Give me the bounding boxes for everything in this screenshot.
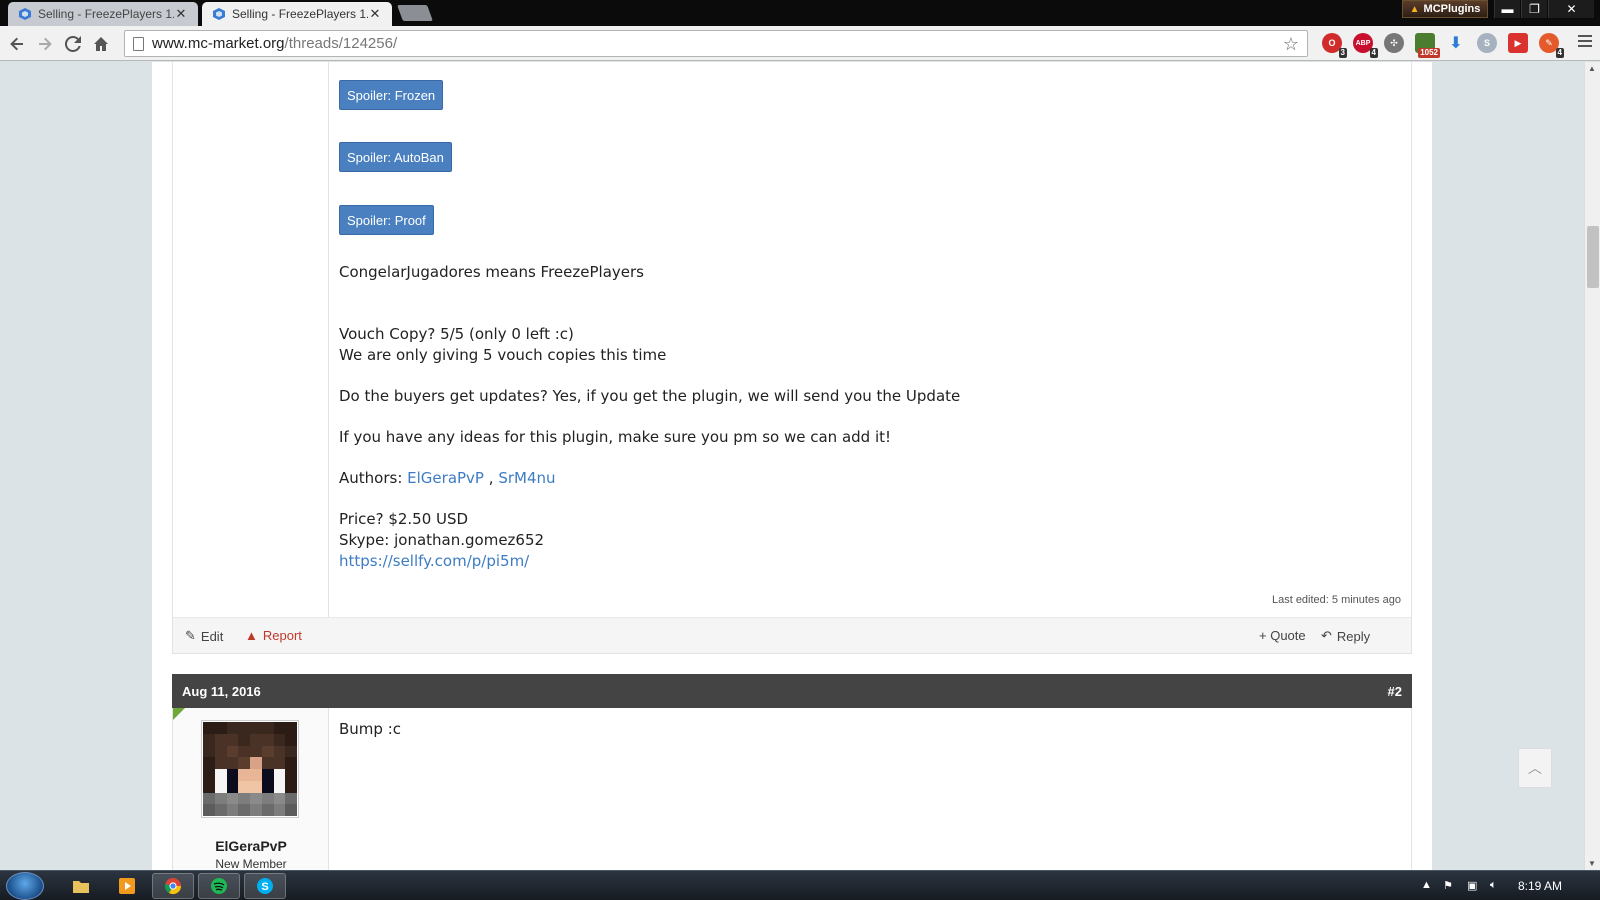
browser-tab-1[interactable]: Selling - FreezePlayers 1.7 ✕: [8, 2, 198, 26]
reply-arrow-icon: ↶: [1321, 628, 1332, 643]
file-explorer-taskbar-button[interactable]: [60, 873, 102, 899]
download-icon[interactable]: ⬇: [1446, 33, 1466, 53]
home-icon: [94, 37, 108, 51]
browser-tab-2[interactable]: Selling - FreezePlayers 1.7 ✕: [202, 2, 392, 26]
chrome-taskbar-button[interactable]: [152, 873, 194, 899]
url-text: www.mc-market.org/threads/124256/: [152, 35, 398, 52]
post-text-vouch-detail: We are only giving 5 vouch copies this t…: [339, 346, 667, 364]
post-link-wrapper: https://sellfy.com/p/pi5m/: [339, 551, 529, 572]
post-text-meaning: CongelarJugadores means FreezePlayers: [339, 263, 644, 281]
scroll-up-arrow-icon[interactable]: ▲: [1588, 64, 1596, 73]
sellfy-link[interactable]: https://sellfy.com/p/pi5m/: [339, 552, 529, 570]
post-text-authors: Authors: ElGeraPvP , SrM4nu: [339, 469, 556, 487]
page-icon: [133, 36, 144, 51]
post-text-price: Price? $2.50 USD: [339, 510, 469, 528]
new-tab-button[interactable]: [397, 5, 433, 21]
video-icon[interactable]: ▶: [1508, 33, 1528, 53]
post-date: Aug 11, 2016: [182, 684, 261, 699]
profile-badge[interactable]: ▲ MCPlugins: [1402, 0, 1488, 18]
media-player-taskbar-button[interactable]: [106, 873, 148, 899]
post-2-header: Aug 11, 2016 #2: [172, 674, 1412, 708]
post-message: Bump :c: [339, 720, 401, 738]
scrollbar-thumb[interactable]: [1587, 226, 1599, 288]
minimize-button[interactable]: ▬: [1494, 0, 1520, 18]
author-link-srm4nu[interactable]: SrM4nu: [498, 469, 555, 487]
forum-post-1: Spoiler: Frozen Spoiler: AutoBan Spoiler…: [172, 62, 1412, 654]
spotify-taskbar-button[interactable]: [198, 873, 240, 899]
address-bar[interactable]: www.mc-market.org/threads/124256/ ☆: [124, 30, 1308, 57]
spoiler-autoban-button[interactable]: Spoiler: AutoBan: [339, 142, 452, 172]
warning-icon: ▲: [1409, 3, 1420, 15]
report-button[interactable]: ▲ Report: [245, 628, 302, 643]
site-favicon-icon: [212, 7, 226, 21]
tab-title: Selling - FreezePlayers 1.7: [38, 7, 174, 21]
user-title: New Member: [215, 857, 287, 871]
minecraft-block-icon[interactable]: 1052: [1415, 33, 1440, 58]
online-indicator: [173, 708, 185, 720]
skype-icon: S: [257, 878, 273, 894]
post-text-vouch: Vouch Copy? 5/5 (only 0 left :c): [339, 325, 574, 343]
post-text-updates: Do the buyers get updates? Yes, if you g…: [339, 387, 961, 405]
action-center-flag-icon[interactable]: ⚑: [1443, 879, 1453, 892]
tab-close-icon[interactable]: ✕: [368, 6, 382, 22]
post-number-link[interactable]: #2: [1388, 684, 1402, 699]
username-link[interactable]: ElGeraPvP: [173, 838, 329, 854]
pencil-icon: ✎: [185, 628, 196, 643]
media-player-icon: [119, 878, 135, 894]
forward-button[interactable]: [34, 33, 56, 55]
back-button[interactable]: [6, 33, 28, 55]
chrome-menu-icon[interactable]: [1578, 35, 1592, 49]
close-window-button[interactable]: ✕: [1548, 0, 1594, 18]
bookmark-star-icon[interactable]: ☆: [1283, 34, 1299, 55]
site-favicon-icon: [18, 7, 32, 21]
show-hidden-icons-icon[interactable]: ▲: [1421, 879, 1432, 891]
author-link-elgerapvp[interactable]: ElGeraPvP: [407, 469, 484, 487]
film-reel-icon[interactable]: ✣: [1384, 33, 1404, 53]
pencil-extension-icon[interactable]: ✎ 4: [1539, 33, 1564, 58]
forward-arrow-icon: [39, 37, 52, 51]
chevron-up-icon: ︿: [1528, 760, 1542, 776]
post-user-column: [173, 62, 329, 617]
windows-taskbar: S ▲ ⚑ ▣ 🔈︎ 8:19 AM: [0, 870, 1600, 900]
spotify-icon: [211, 878, 227, 894]
taskbar-clock[interactable]: 8:19 AM: [1518, 879, 1562, 893]
scroll-to-top-button[interactable]: ︿: [1518, 748, 1552, 788]
warning-icon: ▲: [245, 628, 258, 643]
skype-taskbar-button[interactable]: S: [244, 873, 286, 899]
back-arrow-icon: [10, 37, 23, 51]
volume-icon[interactable]: 🔈︎: [1490, 879, 1497, 892]
adblock-plus-icon[interactable]: ABP 4: [1353, 33, 1378, 58]
tab-title: Selling - FreezePlayers 1.7: [232, 7, 368, 21]
skype-icon[interactable]: S: [1477, 33, 1497, 53]
browser-tab-bar: Selling - FreezePlayers 1.7 ✕ Selling - …: [0, 0, 1600, 26]
post-user-column: ElGeraPvP New Member: [173, 708, 329, 871]
last-edited-text: Last edited: 5 minutes ago: [1271, 594, 1401, 606]
reload-button[interactable]: [62, 33, 84, 55]
page-scrollbar[interactable]: ▲ ▼: [1584, 62, 1600, 870]
svg-text:S: S: [261, 881, 268, 893]
reply-button[interactable]: ↶ Reply: [1321, 628, 1370, 644]
reload-icon: [65, 36, 81, 52]
network-icon[interactable]: ▣: [1467, 879, 1477, 892]
home-button[interactable]: [90, 33, 112, 55]
scroll-down-arrow-icon[interactable]: ▼: [1588, 859, 1596, 868]
spoiler-proof-button[interactable]: Spoiler: Proof: [339, 205, 434, 235]
avatar[interactable]: [201, 720, 299, 818]
forum-post-2: ElGeraPvP New Member Bump :c: [172, 708, 1412, 871]
edit-button[interactable]: ✎ Edit: [185, 628, 223, 644]
post-text-skype: Skype: jonathan.gomez652: [339, 531, 545, 549]
folder-icon: [73, 881, 89, 893]
spoiler-frozen-button[interactable]: Spoiler: Frozen: [339, 80, 444, 110]
chrome-icon: [164, 878, 182, 895]
start-button[interactable]: [6, 872, 44, 900]
restore-button[interactable]: ❐: [1521, 0, 1547, 18]
tab-close-icon[interactable]: ✕: [174, 6, 188, 22]
post-footer: ✎ Edit ▲ Report + Quote ↶ Reply: [173, 617, 1411, 653]
post-text-ideas: If you have any ideas for this plugin, m…: [339, 428, 892, 446]
opera-icon[interactable]: O3: [1322, 33, 1347, 58]
quote-button[interactable]: + Quote: [1259, 628, 1306, 643]
